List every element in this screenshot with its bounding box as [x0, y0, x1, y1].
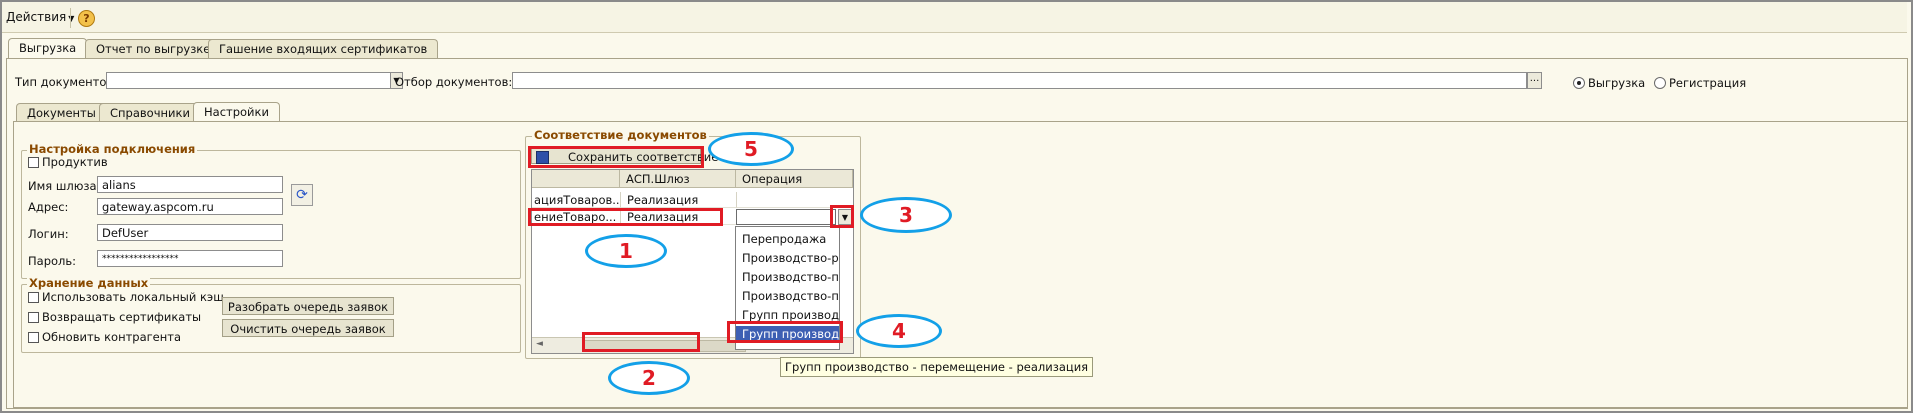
- annotation-4: 4: [856, 314, 942, 348]
- dropdown-item[interactable]: Производство-п...: [736, 269, 839, 285]
- annotation-number: 4: [892, 319, 906, 343]
- radio-register[interactable]: [1654, 77, 1666, 89]
- annotation-2: 2: [608, 361, 690, 395]
- annotation-3: 3: [860, 197, 952, 233]
- tab-label: Документы: [27, 106, 96, 120]
- dropdown-item[interactable]: Производство-п...: [736, 288, 839, 304]
- update-counterparty-checkbox[interactable]: [28, 332, 39, 343]
- tab-label: Гашение входящих сертификатов: [219, 42, 428, 56]
- dropdown-item[interactable]: Групп производс...: [736, 307, 839, 323]
- refresh-icon[interactable]: ⟳: [291, 184, 313, 206]
- use-local-cache-checkbox[interactable]: [28, 292, 39, 303]
- table-cell[interactable]: Реализация: [620, 192, 736, 208]
- doc-type-label: Тип документов:: [15, 75, 118, 89]
- annotation-number: 3: [899, 203, 913, 227]
- save-mapping-button[interactable]: Сохранить соответствие: [531, 148, 718, 164]
- tab-label: Справочники: [110, 106, 190, 120]
- annotation-5: 5: [708, 132, 794, 166]
- password-label: Пароль:: [28, 254, 77, 268]
- tab-settings[interactable]: Настройки: [193, 102, 280, 123]
- login-input[interactable]: DefUser: [97, 224, 283, 241]
- productive-checkbox[interactable]: [28, 157, 39, 168]
- tab-incoming-certificates[interactable]: Гашение входящих сертификатов: [208, 39, 439, 58]
- annotation-number: 1: [619, 239, 633, 263]
- annotation-number: 5: [744, 137, 758, 161]
- doc-filter-label: Отбор документов:: [395, 75, 513, 89]
- gateway-label: Имя шлюза:: [28, 179, 101, 193]
- address-label: Адрес:: [28, 200, 69, 214]
- actions-menu-button[interactable]: Действия ▼: [6, 10, 74, 24]
- annotation-1: 1: [585, 234, 667, 268]
- parse-queue-button[interactable]: Разобрать очередь заявок: [222, 297, 394, 315]
- tab-label: Настройки: [204, 105, 269, 119]
- tab-documents[interactable]: Документы: [16, 103, 107, 122]
- doc-filter-select-button[interactable]: ...: [1527, 72, 1542, 89]
- radio-register-label: Регистрация: [1669, 76, 1747, 90]
- save-mapping-label: Сохранить соответствие: [568, 150, 719, 164]
- radio-export[interactable]: [1573, 77, 1585, 89]
- tab-directories[interactable]: Справочники: [99, 103, 201, 122]
- scroll-left-icon[interactable]: ◄: [536, 339, 543, 349]
- password-input[interactable]: *****************: [97, 250, 283, 267]
- storage-group-title: Хранение данных: [27, 276, 151, 290]
- table-cell[interactable]: [736, 192, 853, 208]
- dropdown-item[interactable]: Производство-р...: [736, 250, 839, 266]
- clear-queue-button[interactable]: Очистить очередь заявок: [222, 319, 394, 337]
- operation-combo-input[interactable]: [736, 209, 836, 225]
- save-disk-icon: [536, 151, 549, 164]
- scrollbar-thumb[interactable]: [584, 340, 746, 352]
- use-local-cache-label: Использовать локальный кэш: [42, 290, 224, 304]
- tab-label: Отчет по выгрузке: [96, 42, 211, 56]
- update-counterparty-label: Обновить контрагента: [42, 330, 182, 344]
- return-certificates-checkbox[interactable]: [28, 312, 39, 323]
- ellipsis-icon: ...: [1529, 73, 1540, 84]
- toolbar-separator: [70, 8, 71, 28]
- table-cell[interactable]: Реализация: [620, 209, 736, 225]
- doc-type-combo[interactable]: [106, 72, 391, 89]
- operation-dropdown-list[interactable]: Перепродажа Производство-р... Производст…: [735, 226, 840, 350]
- tab-label: Выгрузка: [19, 41, 77, 55]
- mapping-group-title: Соответствие документов: [532, 128, 709, 142]
- column-header[interactable]: АСП.Шлюз: [620, 170, 736, 188]
- connection-group-title: Настройка подключения: [27, 142, 198, 156]
- table-cell[interactable]: ацияТоваров...: [532, 192, 620, 208]
- toolbar: Действия ▼ ?: [2, 2, 1907, 33]
- dropdown-item[interactable]: Перепродажа: [736, 231, 839, 247]
- operation-dropdown-button[interactable]: ▼: [838, 209, 852, 225]
- login-label: Логин:: [28, 227, 69, 241]
- item-tooltip: Групп производство - перемещение - реали…: [780, 357, 1094, 377]
- column-header[interactable]: Операция: [736, 170, 853, 188]
- radio-export-label: Выгрузка: [1588, 76, 1646, 90]
- dropdown-item-selected[interactable]: Групп производс...: [736, 326, 839, 342]
- address-input[interactable]: gateway.aspcom.ru: [97, 198, 283, 215]
- productive-label: Продуктив: [42, 155, 108, 169]
- chevron-down-icon: ▼: [841, 213, 849, 222]
- annotation-number: 2: [642, 366, 656, 390]
- gateway-name-input[interactable]: alians: [97, 176, 283, 193]
- tab-export-report[interactable]: Отчет по выгрузке: [85, 39, 222, 58]
- tab-export[interactable]: Выгрузка: [8, 38, 88, 59]
- doc-filter-field[interactable]: [512, 72, 1527, 89]
- help-icon[interactable]: ?: [78, 10, 95, 27]
- actions-menu-label: Действия: [6, 10, 67, 24]
- column-header[interactable]: [532, 170, 620, 188]
- table-cell[interactable]: ениеТоваро...: [532, 209, 620, 225]
- return-certificates-label: Возвращать сертификаты: [42, 310, 202, 324]
- radio-selected-dot: [1577, 81, 1581, 85]
